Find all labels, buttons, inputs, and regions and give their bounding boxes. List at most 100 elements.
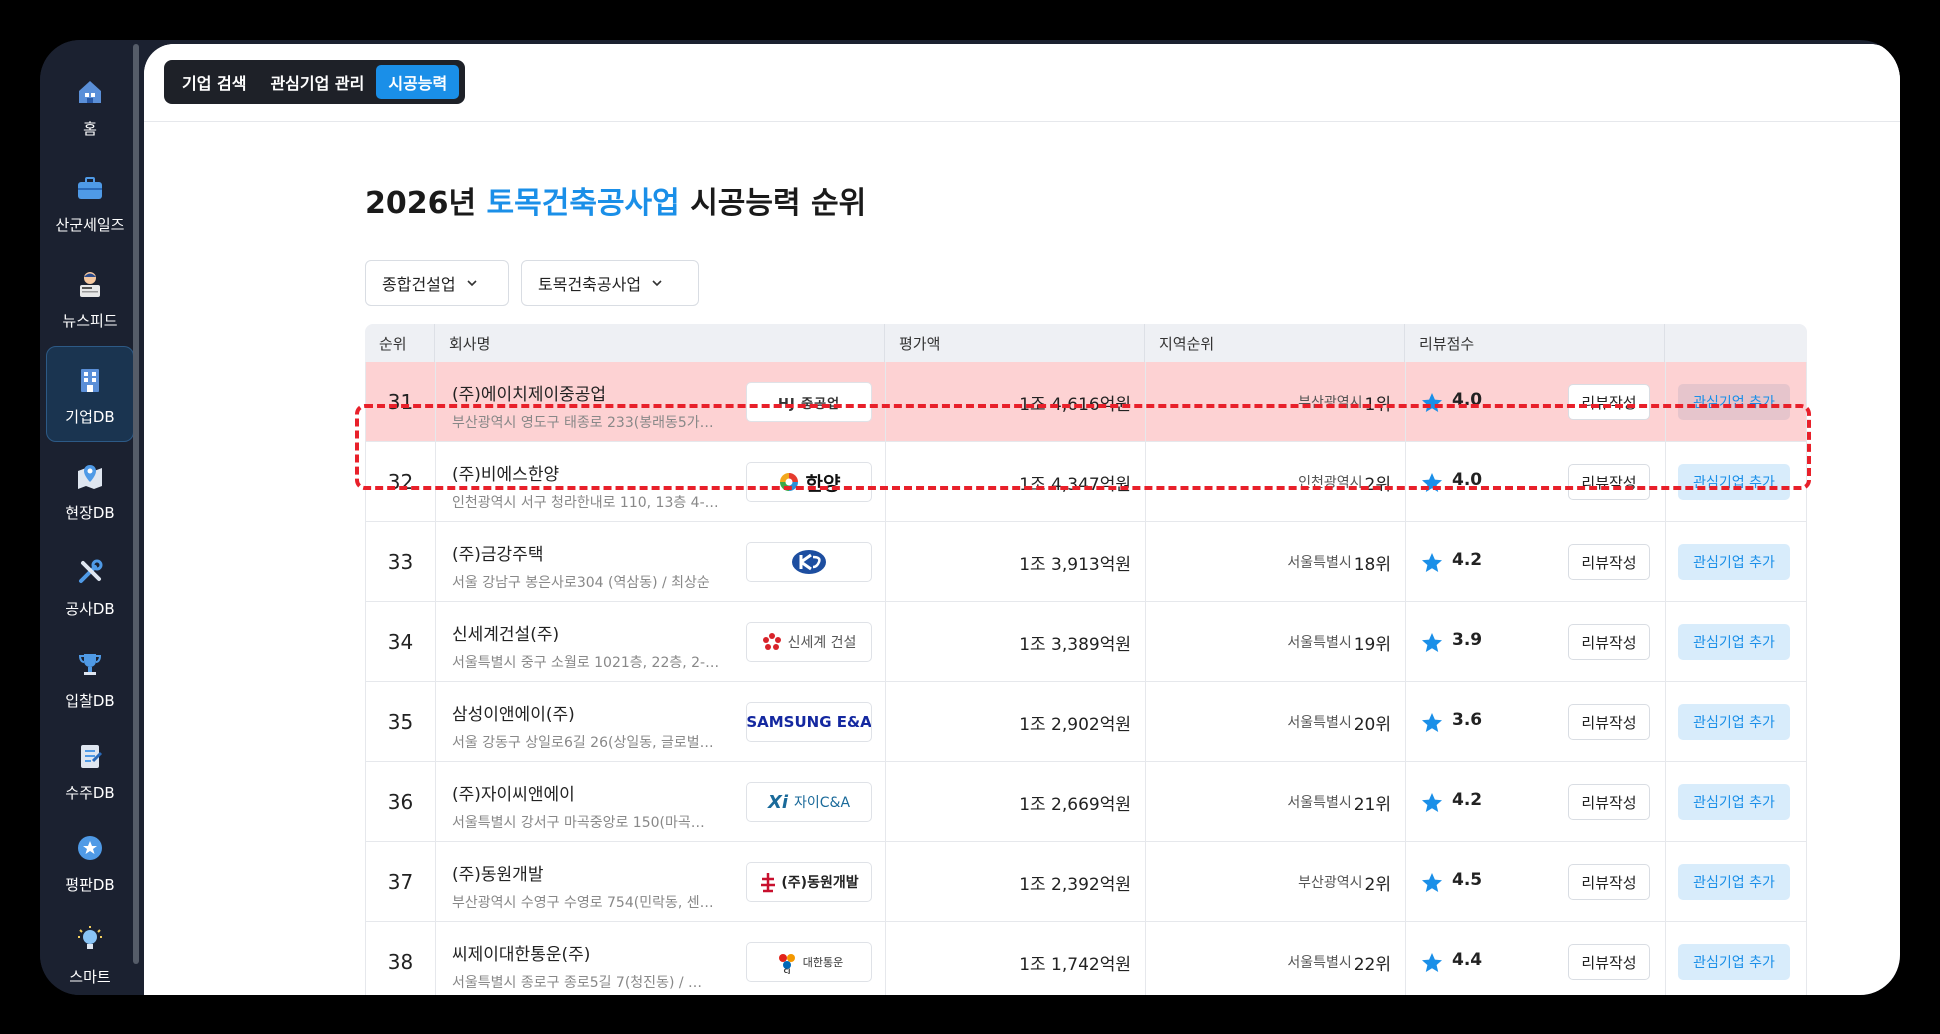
add-favorite-button[interactable]: 관심기업 추가 [1678, 544, 1790, 580]
hanyang-logo-mark [779, 473, 798, 491]
chevron-down-icon [467, 280, 477, 287]
sidebar-item-company-db[interactable]: 기업DB [46, 346, 134, 442]
kumkang-logo-mark [792, 550, 826, 574]
sidebar-item-label: 산군세일즈 [55, 215, 125, 234]
sidebar-item-newsfeed[interactable]: 뉴스피드 [46, 250, 134, 346]
company-name[interactable]: (주)비에스한양 [452, 460, 559, 485]
review-cell: 4.0 리뷰작성 [1406, 442, 1666, 522]
header-company-name: 회사명 [435, 324, 885, 362]
sidebar-item-label: 홈 [83, 119, 97, 138]
sidebar-item-order-db[interactable]: 수주DB [46, 722, 134, 818]
table-row[interactable]: 36 (주)자이씨앤에이 서울특별시 강서구 마곡중앙로 150(마곡… Xi 자… [365, 762, 1807, 842]
company-address: 부산광역시 수영구 수영로 754(민락동, 센… [452, 895, 714, 911]
region-name: 서울특별시 [1287, 795, 1352, 811]
table-row[interactable]: 33 (주)금강주택 서울 강남구 봉은사로304 (역삼동) / 최상순 1조… [365, 522, 1807, 602]
amount-cell: 1조 3,389억원 [886, 602, 1146, 682]
company-name[interactable]: (주)동원개발 [452, 860, 543, 885]
company-name[interactable]: 씨제이대한통운(주) [452, 940, 590, 965]
region-name: 부산광역시 [1298, 875, 1363, 891]
company-logo: CJ 대한통운 [746, 942, 872, 982]
add-favorite-button[interactable]: 관심기업 추가 [1678, 944, 1790, 980]
table-row[interactable]: 38 씨제이대한통운(주) 서울특별시 종로구 종로5길 7(청진동) / … … [365, 922, 1807, 995]
category-dropdown[interactable]: 토목건축공사업 [521, 260, 699, 306]
table-row[interactable]: 31 (주)에이치제이중공업 부산광역시 영도구 태종로 233(봉래동5가… … [365, 362, 1807, 442]
sidebar-item-site-db[interactable]: 현장DB [46, 442, 134, 538]
tab-favorite-companies[interactable]: 관심기업 관리 [258, 65, 376, 99]
header-rank: 순위 [365, 324, 435, 362]
sidebar-scrollbar[interactable] [133, 44, 139, 964]
add-favorite-button[interactable]: 관심기업 추가 [1678, 704, 1790, 740]
clipboard-icon [72, 738, 108, 774]
company-name[interactable]: 신세계건설(주) [452, 620, 559, 645]
sidebar-item-reputation-db[interactable]: 평판DB [46, 814, 134, 910]
company-cell: 씨제이대한통운(주) 서울특별시 종로구 종로5길 7(청진동) / … CJ 대… [436, 922, 886, 995]
sidebar-item-sales[interactable]: 산군세일즈 [46, 154, 134, 250]
company-cell: (주)비에스한양 인천광역시 서구 청라한내로 110, 13층 4-… 한양 [436, 442, 886, 522]
region-rank: 18위 [1353, 554, 1391, 575]
table-row[interactable]: 34 신세계건설(주) 서울특별시 중구 소월로 1021층, 22층, 2-…… [365, 602, 1807, 682]
region-rank: 20위 [1353, 714, 1391, 735]
rank-cell: 32 [366, 442, 436, 522]
write-review-button[interactable]: 리뷰작성 [1568, 544, 1650, 580]
company-name[interactable]: (주)에이치제이중공업 [452, 380, 606, 405]
top-bar: 기업 검색 관심기업 관리 시공능력 [144, 44, 1900, 122]
write-review-button[interactable]: 리뷰작성 [1568, 384, 1650, 420]
add-favorite-button[interactable]: 관심기업 추가 [1678, 464, 1790, 500]
review-cell: 4.0 리뷰작성 [1406, 362, 1666, 442]
write-review-button[interactable]: 리뷰작성 [1568, 864, 1650, 900]
rank-cell: 31 [366, 362, 436, 442]
add-favorite-button[interactable]: 관심기업 추가 [1678, 864, 1790, 900]
star-icon [1422, 553, 1442, 572]
title-prefix: 2026년 [365, 186, 487, 221]
industry-dropdown[interactable]: 종합건설업 [365, 260, 509, 306]
table-row[interactable]: 32 (주)비에스한양 인천광역시 서구 청라한내로 110, 13층 4-… … [365, 442, 1807, 522]
company-logo: 한양 [746, 462, 872, 502]
write-review-button[interactable]: 리뷰작성 [1568, 464, 1650, 500]
sidebar-item-construction-db[interactable]: 공사DB [46, 538, 134, 634]
sidebar-item-home[interactable]: 홈 [46, 58, 134, 154]
action-cell: 관심기업 추가 [1666, 522, 1806, 602]
star-icon [1422, 473, 1442, 492]
sidebar-item-label: 입찰DB [65, 691, 115, 710]
header-actions [1665, 324, 1807, 362]
tab-company-search[interactable]: 기업 검색 [170, 65, 258, 99]
sidebar-item-bid-db[interactable]: 입찰DB [46, 630, 134, 726]
add-favorite-button[interactable]: 관심기업 추가 [1678, 784, 1790, 820]
write-review-button[interactable]: 리뷰작성 [1568, 944, 1650, 980]
company-name[interactable]: 삼성이앤에이(주) [452, 700, 575, 725]
amount-cell: 1조 2,392억원 [886, 842, 1146, 922]
add-favorite-button[interactable]: 관심기업 추가 [1678, 624, 1790, 660]
write-review-button[interactable]: 리뷰작성 [1568, 624, 1650, 660]
company-cell: 신세계건설(주) 서울특별시 중구 소월로 1021층, 22층, 2-… 신세… [436, 602, 886, 682]
trophy-icon [72, 646, 108, 682]
cj-logo-mark: CJ [778, 954, 795, 974]
title-highlight: 토목건축공사업 [486, 186, 680, 221]
table-row[interactable]: 37 (주)동원개발 부산광역시 수영구 수영로 754(민락동, 센… (주)… [365, 842, 1807, 922]
table-row[interactable]: 35 삼성이앤에이(주) 서울 강동구 상일로6길 26(상일동, 글로벌… S… [365, 682, 1807, 762]
review-score: 4.2 [1452, 790, 1483, 810]
review-cell: 4.4 리뷰작성 [1406, 922, 1666, 995]
category-dropdown-value: 토목건축공사업 [538, 275, 642, 294]
star-icon [1422, 393, 1442, 412]
company-logo: SAMSUNG E&A [746, 702, 872, 742]
sidebar-item-label: 공사DB [65, 599, 115, 618]
tab-construction-capability[interactable]: 시공능력 [376, 65, 460, 99]
company-cell: (주)자이씨앤에이 서울특별시 강서구 마곡중앙로 150(마곡… Xi 자이C&… [436, 762, 886, 842]
xi-logo-mark: Xi [767, 791, 789, 813]
add-favorite-button[interactable]: 관심기업 추가 [1678, 384, 1790, 420]
amount-cell: 1조 3,913억원 [886, 522, 1146, 602]
sidebar-item-smart[interactable]: 스마트 [46, 906, 134, 995]
company-name[interactable]: (주)금강주택 [452, 540, 543, 565]
logo-text: 한양 [805, 472, 841, 495]
region-rank: 1위 [1364, 394, 1391, 415]
company-name[interactable]: (주)자이씨앤에이 [452, 780, 575, 805]
write-review-button[interactable]: 리뷰작성 [1568, 704, 1650, 740]
company-address: 서울특별시 종로구 종로5길 7(청진동) / … [452, 975, 703, 991]
region-name: 부산광역시 [1298, 395, 1363, 411]
region-name: 인천광역시 [1298, 475, 1363, 491]
write-review-button[interactable]: 리뷰작성 [1568, 784, 1650, 820]
action-cell: 관심기업 추가 [1666, 842, 1806, 922]
company-cell: (주)동원개발 부산광역시 수영구 수영로 754(민락동, 센… (주)동원개… [436, 842, 886, 922]
star-icon [1422, 953, 1442, 972]
company-logo: 신세계 건설 [746, 622, 872, 662]
